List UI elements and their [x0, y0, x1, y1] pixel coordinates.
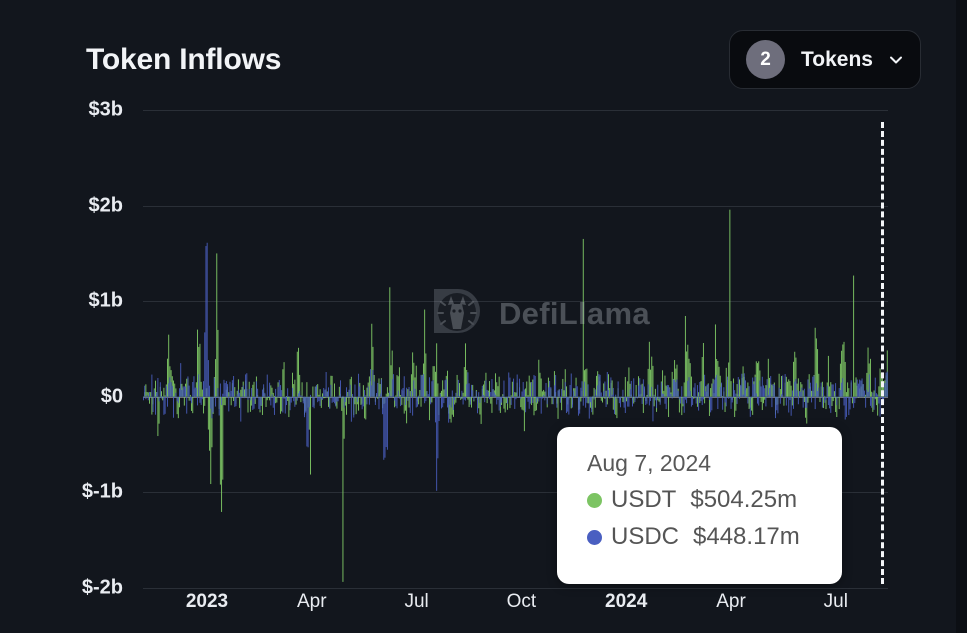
y-tick-label: $-1b	[81, 480, 123, 503]
series-color-dot	[587, 529, 602, 545]
chevron-down-icon	[888, 52, 904, 68]
tooltip-series-value: $448.17m	[693, 523, 800, 550]
y-axis: $3b $2b $1b $0 $-1b $-2b	[0, 99, 143, 599]
y-tick-label: $3b	[88, 98, 123, 121]
x-axis: 2023 Apr Jul Oct 2024 Apr Jul	[0, 591, 967, 627]
right-edge-strip	[956, 0, 967, 633]
x-tick-label: 2023	[185, 591, 229, 612]
x-tick-label: Oct	[506, 591, 537, 612]
token-selector-dropdown[interactable]: 2 Tokens	[729, 30, 921, 89]
tooltip-rows: USDT $504.25m USDC $448.17m	[587, 486, 842, 551]
tooltip-date: Aug 7, 2024	[587, 450, 712, 476]
x-tick-label: Jul	[823, 591, 848, 612]
tooltip-series-name: USDT	[611, 486, 677, 513]
token-selector-label: Tokens	[801, 47, 873, 71]
page-title: Token Inflows	[86, 43, 282, 76]
x-tick-label: Jul	[404, 591, 429, 612]
y-tick-label: $0	[100, 385, 123, 408]
token-inflows-chart-card: Token Inflows 2 Tokens $3b $2b $1b $0 $-1b $-…	[0, 0, 967, 633]
chart-tooltip: Aug 7, 2024 USDT $504.25m USDC $448.17m	[557, 427, 842, 584]
y-tick-label: $1b	[88, 289, 123, 312]
crosshair-line	[881, 122, 884, 584]
tooltip-series-name: USDC	[611, 523, 680, 550]
y-tick-label: $2b	[88, 194, 123, 217]
x-tick-label: Apr	[716, 591, 746, 612]
tooltip-row: USDT $504.25m	[587, 486, 842, 514]
tooltip-series-value: $504.25m	[690, 486, 798, 513]
token-count-badge: 2	[746, 40, 785, 79]
gridline	[143, 588, 888, 589]
tooltip-row: USDC $448.17m	[587, 523, 842, 551]
x-tick-label: Apr	[297, 591, 327, 612]
x-tick-label: 2024	[605, 591, 648, 612]
series-color-dot	[587, 492, 602, 508]
chart-header: Token Inflows 2 Tokens	[0, 0, 967, 104]
